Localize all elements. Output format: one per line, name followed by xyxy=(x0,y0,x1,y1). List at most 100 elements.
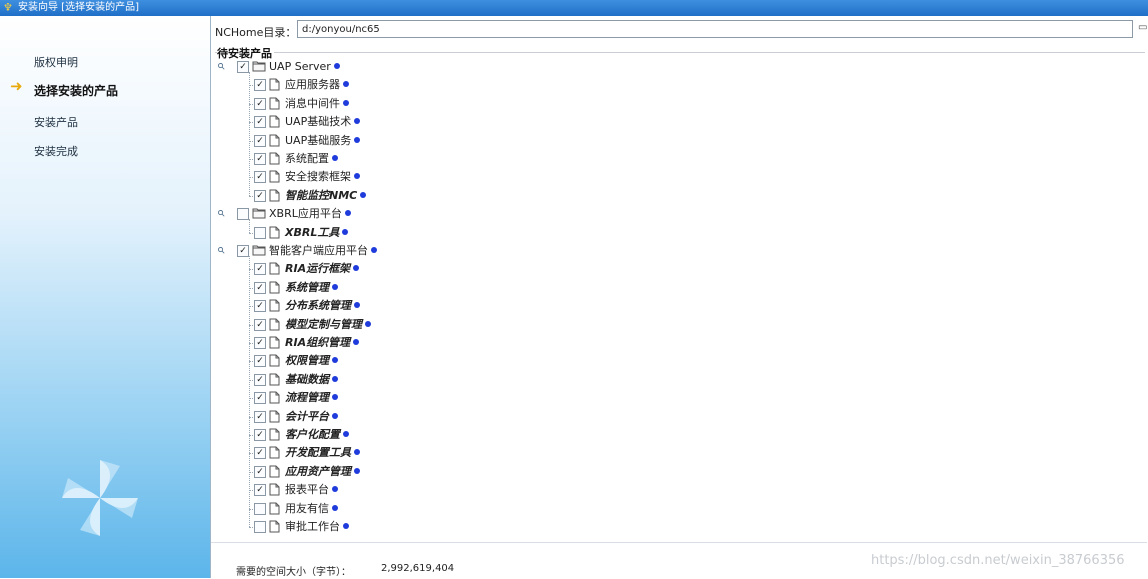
pinwheel-logo-icon xyxy=(62,460,138,536)
unchecked-checkbox[interactable] xyxy=(254,502,266,515)
checked-checkbox[interactable]: ✓ xyxy=(254,171,266,184)
tree-item-node[interactable]: ✓ 安全搜索框架 xyxy=(211,168,1141,186)
tree-node-label: 审批工作台 xyxy=(285,520,340,533)
tree-item-node[interactable]: ✓ 会计平台 xyxy=(211,408,1141,426)
tree-item-node[interactable]: ✓ RIA组织管理 xyxy=(211,334,1141,352)
title-bar: ♆ 安装向导 [选择安装的产品] xyxy=(0,0,1148,16)
expand-toggle-icon[interactable]: ⚲ xyxy=(215,60,229,74)
status-dot-icon xyxy=(332,412,338,419)
tree-item-node[interactable]: ✓ 分布系统管理 xyxy=(211,297,1141,315)
tree-node-text: UAP Server xyxy=(269,58,340,76)
tree-node-text: 智能监控NMC xyxy=(285,187,367,205)
tree-item-node[interactable]: ✓ 权限管理 xyxy=(211,352,1141,370)
tree-node-text: 审批工作台 xyxy=(285,518,349,536)
tree-node-label: RIA运行框架 xyxy=(285,262,351,276)
status-dot-icon xyxy=(354,467,360,474)
checked-checkbox[interactable]: ✓ xyxy=(254,318,266,331)
tree-group-node[interactable]: ⚲ XBRL应用平台 xyxy=(211,205,1141,223)
expand-toggle-icon[interactable]: ⚲ xyxy=(215,244,229,258)
status-dot-icon xyxy=(332,155,338,161)
tree-item-node[interactable]: ✓ 流程管理 xyxy=(211,389,1141,407)
tree-item-node[interactable]: ✓ UAP基础技术 xyxy=(211,113,1141,131)
tree-node-label: 智能客户端应用平台 xyxy=(269,244,368,257)
checked-checkbox[interactable]: ✓ xyxy=(254,337,266,349)
tree-item-node[interactable]: ✓ 系统配置 xyxy=(211,150,1141,168)
status-dot-icon xyxy=(343,99,349,106)
status-dot-icon xyxy=(354,136,361,143)
checked-checkbox[interactable]: ✓ xyxy=(254,355,266,368)
current-step-arrow-icon: ➜ xyxy=(10,77,23,95)
window-title: 安装向导 [选择安装的产品] xyxy=(18,2,139,13)
checked-checkbox[interactable]: ✓ xyxy=(254,189,266,202)
checked-checkbox[interactable]: ✓ xyxy=(254,465,266,478)
checked-checkbox[interactable]: ✓ xyxy=(254,116,266,129)
step-install-complete: 安装完成 xyxy=(34,145,78,158)
checked-checkbox[interactable]: ✓ xyxy=(254,263,266,276)
checked-checkbox[interactable]: ✓ xyxy=(254,447,266,460)
status-dot-icon xyxy=(371,247,377,253)
tree-item-node[interactable]: ✓ 报表平台 xyxy=(211,481,1141,499)
checked-checkbox[interactable]: ✓ xyxy=(254,134,266,147)
status-dot-icon xyxy=(332,357,338,364)
tree-item-node[interactable]: ✓ 客户化配置 xyxy=(211,426,1141,444)
expand-toggle-icon[interactable]: ⚲ xyxy=(215,207,229,221)
checked-checkbox[interactable]: ✓ xyxy=(254,300,266,313)
tree-group-node[interactable]: ⚲ ✓ 智能客户端应用平台 xyxy=(211,242,1141,260)
tree-node-label: UAP Server xyxy=(269,60,331,73)
tree-node-label: 开发配置工具 xyxy=(285,446,351,460)
checked-checkbox[interactable]: ✓ xyxy=(254,79,266,92)
tree-item-node[interactable]: 用友有信 xyxy=(211,500,1141,518)
checked-checkbox[interactable]: ✓ xyxy=(254,153,266,165)
checked-checkbox[interactable]: ✓ xyxy=(254,373,266,386)
checked-checkbox[interactable]: ✓ xyxy=(254,429,266,441)
checked-checkbox[interactable]: ✓ xyxy=(254,410,266,423)
checked-checkbox[interactable]: ✓ xyxy=(254,392,266,405)
product-tree: ⚲ ✓ UAP Server ✓ 应用服务器 ✓ 消息中间件 ✓ UAP基础技术 ✓ UAP基础服务… xyxy=(211,58,1147,542)
checked-checkbox[interactable]: ✓ xyxy=(254,484,266,497)
status-dot-icon xyxy=(332,486,338,493)
unchecked-checkbox[interactable] xyxy=(237,208,249,221)
tree-item-node[interactable]: ✓ 消息中间件 xyxy=(211,95,1141,113)
tree-item-node[interactable]: ✓ 基础数据 xyxy=(211,371,1141,389)
checked-checkbox[interactable]: ✓ xyxy=(254,281,266,294)
tree-item-node[interactable]: ✓ RIA运行框架 xyxy=(211,260,1141,278)
tree-node-text: 报表平台 xyxy=(285,481,338,499)
tree-node-label: UAP基础服务 xyxy=(285,133,352,147)
tree-node-text: 消息中间件 xyxy=(285,95,349,113)
tree-item-node[interactable]: ✓ 模型定制与管理 xyxy=(211,316,1141,334)
nchome-label: NCHome目录： xyxy=(215,26,297,39)
tree-item-node[interactable]: ✓ 系统管理 xyxy=(211,279,1141,297)
tree-item-node[interactable]: XBRL工具 xyxy=(211,224,1141,242)
tree-node-label: 权限管理 xyxy=(285,354,329,368)
tree-group-node[interactable]: ⚲ ✓ UAP Server xyxy=(211,58,1141,76)
status-dot-icon xyxy=(354,173,360,180)
tree-item-node[interactable]: ✓ UAP基础服务 xyxy=(211,132,1141,150)
status-dot-icon xyxy=(333,63,340,69)
checked-checkbox[interactable]: ✓ xyxy=(254,97,266,110)
tree-item-node[interactable]: ✓ 开发配置工具 xyxy=(211,444,1141,462)
main-panel: NCHome目录： ▭ 待安装产品 ⚲✓UAP Server✓应用服务器✓消息中… xyxy=(210,16,1148,579)
tree-node-text: XBRL应用平台 xyxy=(269,205,351,223)
checked-checkbox[interactable]: ✓ xyxy=(237,61,249,73)
checked-checkbox[interactable]: ✓ xyxy=(237,245,249,257)
tree-node-label: 模型定制与管理 xyxy=(285,317,362,331)
nchome-path-input[interactable] xyxy=(297,20,1133,38)
tree-item-node[interactable]: ✓ 智能监控NMC xyxy=(211,187,1141,205)
status-dot-icon xyxy=(354,449,360,456)
step-copyright: 版权申明 xyxy=(34,56,78,69)
status-dot-icon xyxy=(354,302,360,309)
tree-item-node[interactable]: ✓ 应用资产管理 xyxy=(211,463,1141,481)
browse-button[interactable]: ▭ xyxy=(1138,22,1148,36)
tree-item-node[interactable]: 审批工作台 xyxy=(211,518,1141,536)
status-dot-icon xyxy=(342,228,349,235)
status-dot-icon xyxy=(343,431,349,437)
tree-node-label: 流程管理 xyxy=(285,391,329,405)
tree-node-label: RIA组织管理 xyxy=(285,336,351,349)
watermark-text: https://blog.csdn.net/weixin_38766356 xyxy=(871,553,1125,568)
tree-item-node[interactable]: ✓ 应用服务器 xyxy=(211,76,1141,94)
unchecked-checkbox[interactable] xyxy=(254,521,266,533)
tree-node-text: 安全搜索框架 xyxy=(285,168,360,186)
unchecked-checkbox[interactable] xyxy=(254,226,266,239)
step-select-products: 选择安装的产品 xyxy=(34,84,119,98)
tree-node-label: 会计平台 xyxy=(285,409,329,423)
